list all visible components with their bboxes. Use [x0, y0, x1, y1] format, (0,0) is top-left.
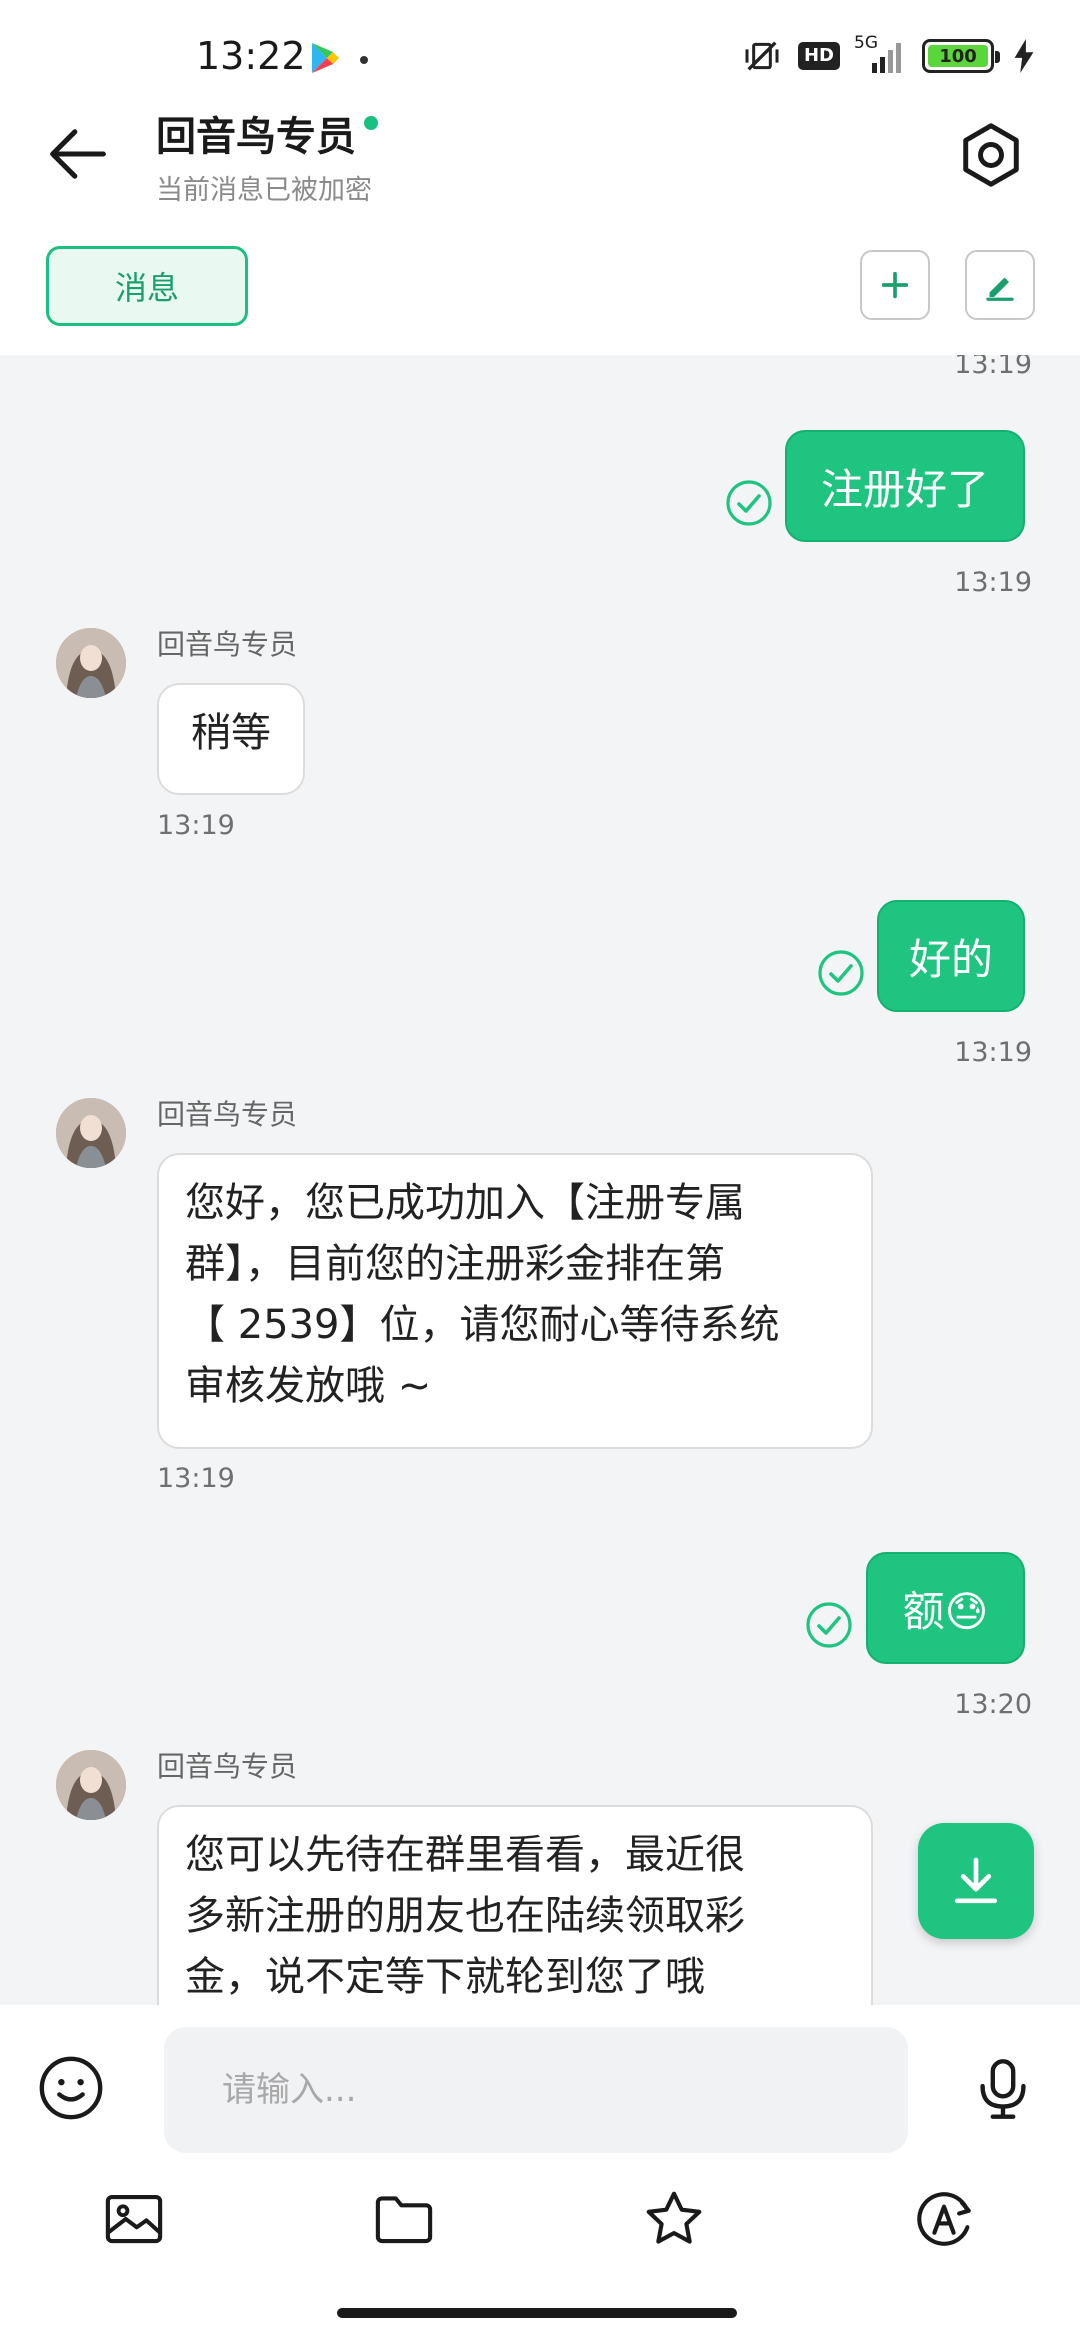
- message-time: 13:19: [954, 567, 1032, 598]
- play-store-icon: [312, 43, 339, 73]
- outgoing-message-bubble[interactable]: 好的: [877, 900, 1025, 1012]
- incoming-message-bubble[interactable]: 稍等: [157, 683, 305, 795]
- tab-messages[interactable]: 消息: [46, 246, 248, 326]
- avatar[interactable]: [56, 628, 126, 698]
- mic-icon[interactable]: [968, 2053, 1038, 2125]
- emoji-icon[interactable]: [36, 2053, 106, 2123]
- chat-title: 回音鸟专员: [156, 114, 356, 160]
- download-button[interactable]: [918, 1823, 1034, 1939]
- settings-hexagon-icon[interactable]: [954, 118, 1028, 192]
- message-line: 多新注册的朋友也在陆续领取彩: [185, 1893, 745, 1939]
- message-line: 金，说不定等下就轮到您了哦: [185, 1954, 705, 2000]
- edit-button[interactable]: [965, 250, 1035, 320]
- vibrate-off-icon: [745, 41, 779, 71]
- message-line: 【 2539】位，请您耐心等待系统: [185, 1302, 780, 1348]
- pen-icon: [986, 277, 1014, 301]
- hd-badge: HD: [797, 42, 840, 70]
- back-arrow-icon[interactable]: [40, 116, 116, 192]
- status-time: 13:22: [196, 34, 306, 78]
- translate-icon[interactable]: [911, 2186, 977, 2252]
- signal-icon: 5G: [854, 33, 908, 75]
- online-status-dot: [364, 116, 378, 130]
- check-circle-icon: [806, 1602, 852, 1648]
- message-line: 您可以先待在群里看看，最近很: [185, 1832, 745, 1878]
- outgoing-message-bubble[interactable]: 注册好了: [785, 430, 1025, 542]
- incoming-message-bubble[interactable]: 您可以先待在群里看看，最近很 多新注册的朋友也在陆续领取彩 金，说不定等下就轮到…: [157, 1805, 873, 2005]
- status-icons: HD 5G 100: [740, 33, 1034, 76]
- home-indicator[interactable]: [337, 2308, 737, 2318]
- message-line: 群】，目前您的注册彩金排在第: [185, 1241, 725, 1287]
- download-icon: [955, 1857, 997, 1904]
- sender-name: 回音鸟专员: [157, 628, 298, 661]
- star-icon[interactable]: [641, 2186, 707, 2252]
- tab-bar: 消息: [0, 240, 1080, 355]
- plus-icon: [881, 271, 909, 299]
- message-time: 13:20: [954, 1689, 1032, 1720]
- outgoing-message-bubble[interactable]: 额😓: [866, 1552, 1025, 1664]
- chat-title-row: 回音鸟专员: [156, 104, 378, 162]
- message-time: 13:19: [954, 1037, 1032, 1068]
- status-bar: 13:22 HD 5G 100: [0, 0, 1080, 110]
- attachment-toolbar: [0, 2170, 1080, 2280]
- sender-name: 回音鸟专员: [157, 1098, 298, 1131]
- notification-dot: [360, 56, 368, 64]
- encryption-notice: 当前消息已被加密: [156, 175, 372, 206]
- charging-icon: [1014, 39, 1034, 73]
- chat-message-list[interactable]: 13:19 注册好了 13:19 回音鸟专员 稍等 13:19 好的 13:19…: [0, 355, 1080, 2005]
- check-circle-icon: [818, 950, 864, 996]
- message-input[interactable]: [164, 2027, 908, 2153]
- message-time: 13:19: [954, 355, 1032, 380]
- message-line: 审核发放哦 ~: [185, 1363, 432, 1409]
- sender-name: 回音鸟专员: [157, 1750, 298, 1783]
- input-bar: [0, 2005, 1080, 2170]
- message-time: 13:19: [157, 1463, 235, 1494]
- folder-icon[interactable]: [371, 2186, 437, 2252]
- battery-level: 100: [928, 45, 988, 67]
- message-time: 13:19: [157, 810, 235, 841]
- incoming-message-bubble[interactable]: 您好，您已成功加入【注册专属 群】，目前您的注册彩金排在第 【 2539】位，请…: [157, 1153, 873, 1449]
- avatar[interactable]: [56, 1098, 126, 1168]
- avatar[interactable]: [56, 1750, 126, 1820]
- message-line: 您好，您已成功加入【注册专属: [185, 1180, 745, 1226]
- check-circle-icon: [726, 480, 772, 526]
- image-icon[interactable]: [101, 2186, 167, 2252]
- add-button[interactable]: [860, 250, 930, 320]
- battery-icon: 100: [922, 39, 1000, 73]
